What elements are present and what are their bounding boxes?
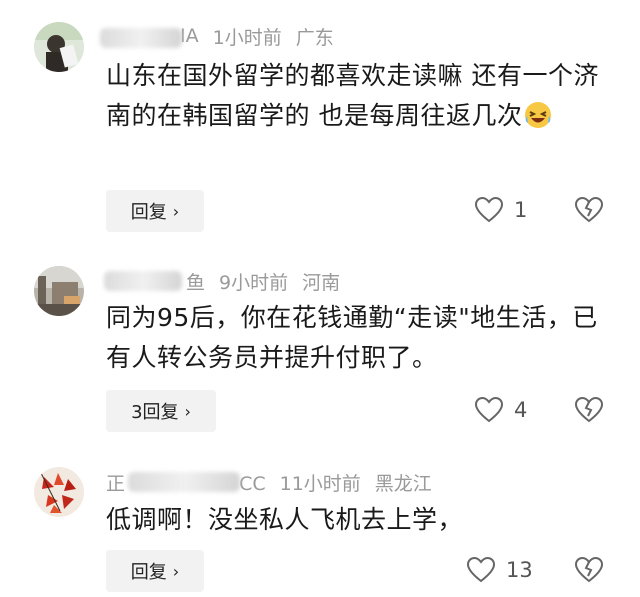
reply-button[interactable]: 回复 › <box>106 550 204 592</box>
heart-outline-icon <box>466 556 496 583</box>
comment-body: 低调啊！没坐私人飞机去上学， <box>106 505 464 534</box>
chevron-right-icon: › <box>172 561 180 581</box>
comment-text: 低调啊！没坐私人飞机去上学， <box>106 500 606 540</box>
avatar[interactable] <box>34 467 84 517</box>
comment-meta: 正 CC 11小时前 黑龙江 <box>106 468 432 496</box>
username-text: 正 <box>106 472 126 495</box>
like-button[interactable]: 13 <box>466 550 533 590</box>
broken-heart-outline-icon[interactable] <box>574 555 604 585</box>
like-count: 13 <box>506 558 533 582</box>
timestamp: 11小时前 <box>279 472 361 495</box>
reply-label: 回复 <box>130 562 167 583</box>
location: 黑龙江 <box>374 472 432 495</box>
comment-item: 正 CC 11小时前 黑龙江 低调啊！没坐私人飞机去上学， 回复 › 13 <box>0 0 640 597</box>
username[interactable]: 正 CC <box>106 469 266 496</box>
username-blur <box>128 471 240 492</box>
